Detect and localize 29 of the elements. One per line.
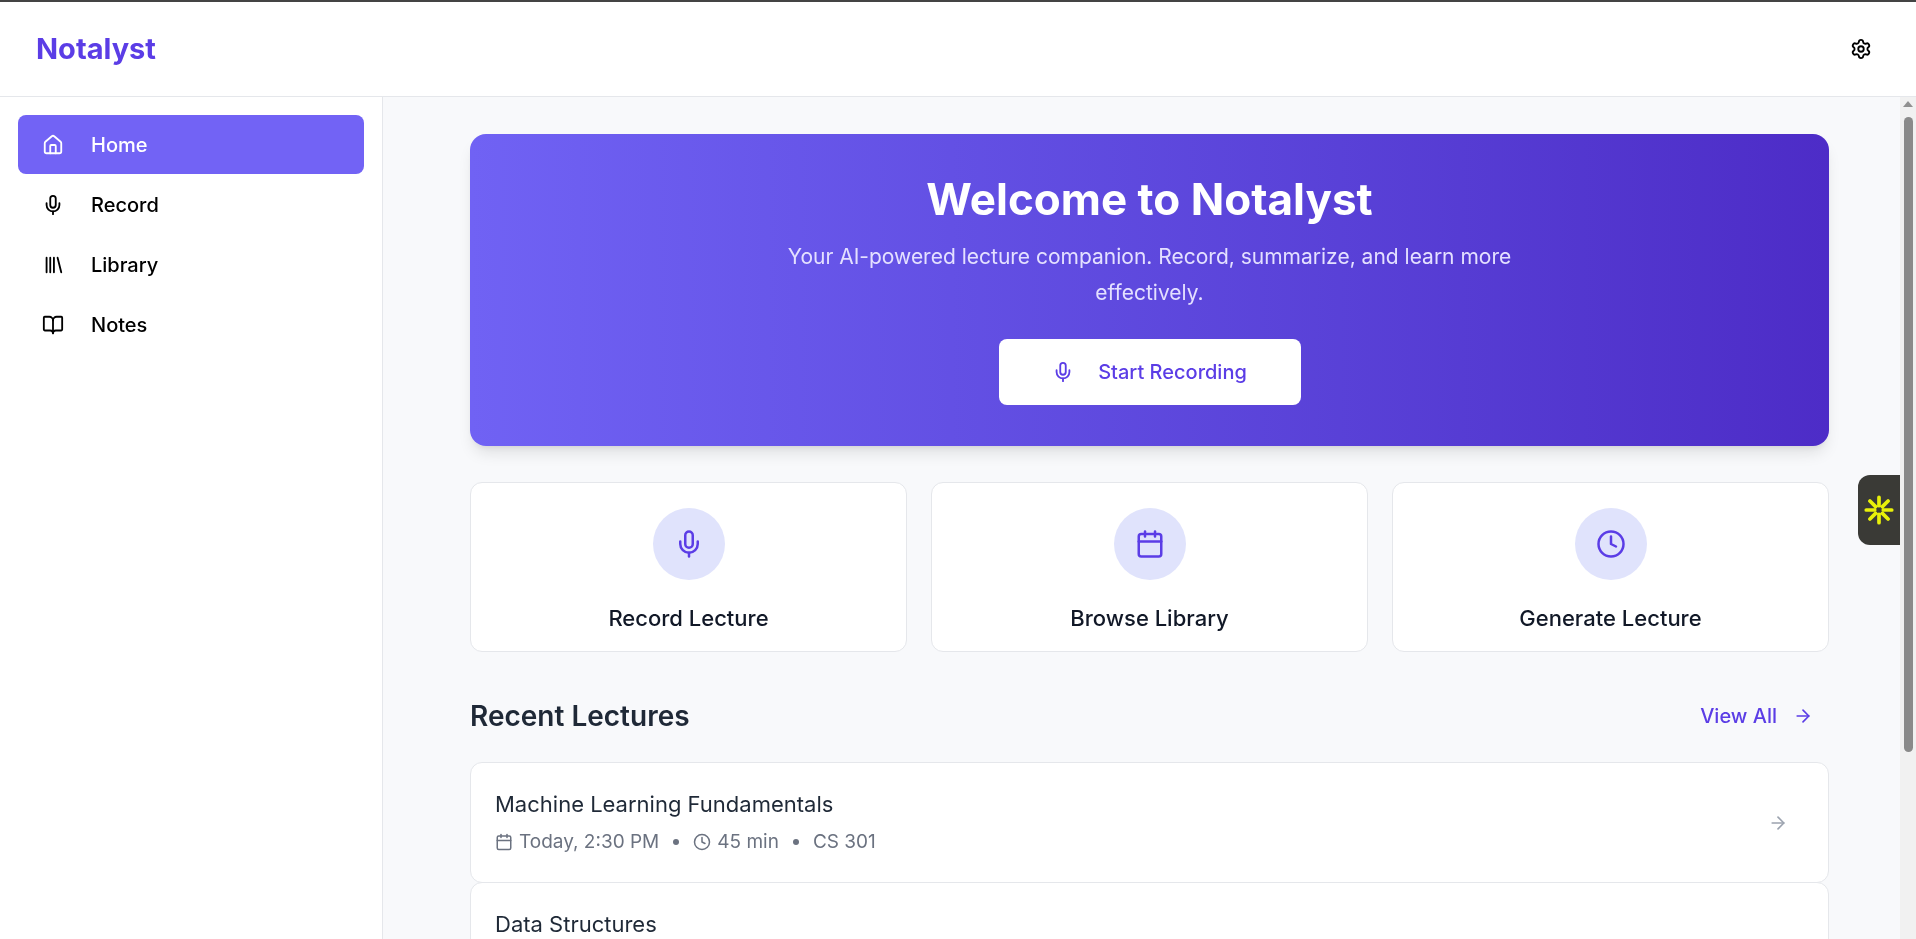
lecture-title: Data Structures (495, 910, 657, 939)
view-all-link[interactable]: View All (1700, 701, 1829, 731)
start-recording-button[interactable]: Start Recording (998, 339, 1301, 405)
app-logo[interactable]: Notalyst (36, 27, 156, 71)
asterisk-icon (1862, 493, 1896, 527)
sidebar-item[interactable]: Home (18, 115, 364, 174)
lecture-card[interactable]: Data Structures (470, 882, 1829, 939)
calendar-icon (495, 833, 513, 852)
lecture-duration: 45 min (717, 829, 779, 855)
welcome-subtitle: Your AI-powered lecture companion. Record, summarize, and learn more effectively. (786, 243, 1513, 307)
calendar-icon (1134, 529, 1165, 559)
sidebar-item[interactable]: Record (18, 175, 364, 234)
home-icon (42, 133, 64, 156)
section-title: Recent Lectures (470, 698, 690, 735)
lecture-course: CS 301 (812, 829, 876, 855)
lecture-card[interactable]: Machine Learning Fundamentals Today, 2:30 PM 45 min CS 301 (470, 762, 1829, 883)
sidebar-item[interactable]: Library (18, 235, 364, 294)
action-card[interactable]: Record Lecture (470, 482, 907, 652)
book-icon (42, 313, 64, 336)
welcome-title: Welcome to Notalyst (926, 172, 1373, 227)
action-card[interactable]: Browse Library (931, 482, 1368, 652)
action-card[interactable]: Generate Lecture (1392, 482, 1829, 652)
clock-icon (693, 833, 712, 852)
clock-icon (1595, 529, 1626, 559)
sidebar-item[interactable]: Notes (18, 295, 364, 354)
assistant-widget-button[interactable] (1858, 475, 1900, 545)
lecture-date: Today, 2:30 PM (519, 829, 660, 855)
lecture-title: Machine Learning Fundamentals (495, 790, 835, 819)
settings-icon (1850, 38, 1872, 60)
